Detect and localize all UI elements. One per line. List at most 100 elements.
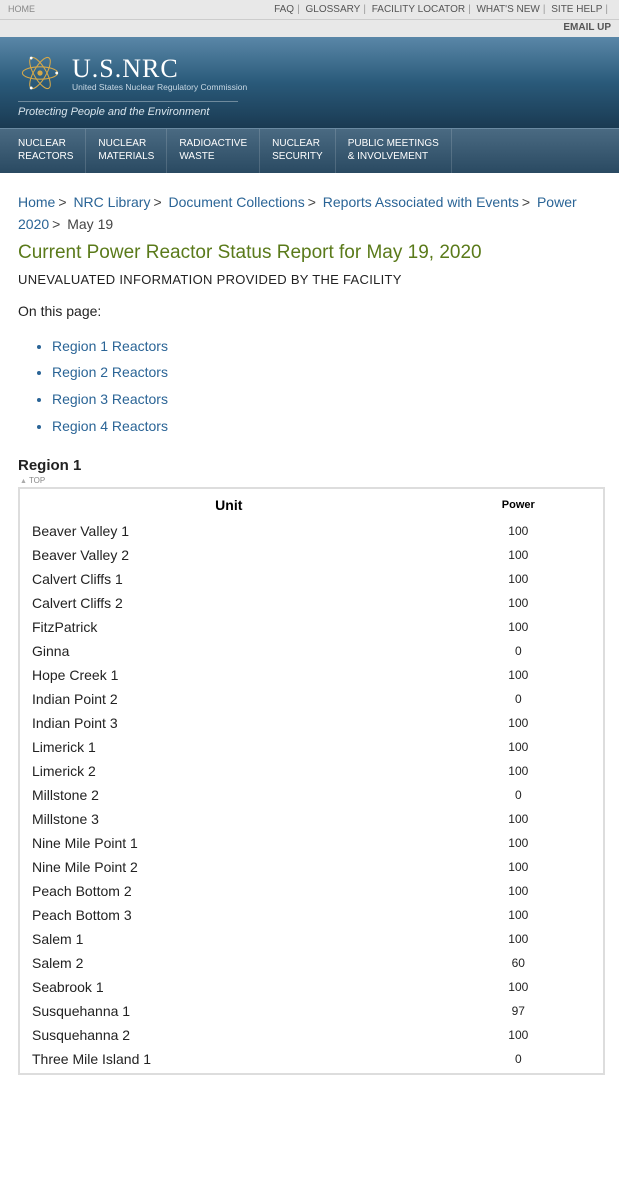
power-cell: 0 xyxy=(436,639,601,663)
power-cell: 100 xyxy=(436,903,601,927)
table-row: Hope Creek 1100 xyxy=(22,663,601,687)
nav-security[interactable]: NUCLEARSECURITY xyxy=(260,129,336,173)
unit-cell: Hope Creek 1 xyxy=(22,663,436,687)
power-cell: 100 xyxy=(436,759,601,783)
table-row: Indian Point 20 xyxy=(22,687,601,711)
table-row: Nine Mile Point 1100 xyxy=(22,831,601,855)
region-heading: Region 1 xyxy=(18,457,605,474)
email-updates-link[interactable]: EMAIL UP xyxy=(0,20,619,37)
site-help-link[interactable]: SITE HELP xyxy=(551,4,602,15)
table-row: Limerick 2100 xyxy=(22,759,601,783)
table-row: Beaver Valley 1100 xyxy=(22,519,601,543)
anchor-region-1[interactable]: Region 1 Reactors xyxy=(52,333,605,360)
unit-cell: Peach Bottom 2 xyxy=(22,879,436,903)
power-cell: 100 xyxy=(436,855,601,879)
table-row: Three Mile Island 10 xyxy=(22,1047,601,1071)
unit-cell: Calvert Cliffs 2 xyxy=(22,591,436,615)
col-power: Power xyxy=(436,491,601,519)
reactor-table: Unit Power Beaver Valley 1100Beaver Vall… xyxy=(22,491,601,1071)
crumb-year[interactable]: 2020 xyxy=(18,216,49,232)
crumb-reports[interactable]: Reports Associated with Events xyxy=(323,194,519,210)
nav-materials[interactable]: NUCLEARMATERIALS xyxy=(86,129,167,173)
power-cell: 100 xyxy=(436,807,601,831)
power-cell: 100 xyxy=(436,663,601,687)
power-cell: 0 xyxy=(436,783,601,807)
unit-cell: Millstone 3 xyxy=(22,807,436,831)
crumb-home[interactable]: Home xyxy=(18,194,55,210)
power-cell: 100 xyxy=(436,831,601,855)
power-cell: 0 xyxy=(436,687,601,711)
crumb-current: May 19 xyxy=(67,216,113,232)
brand-subtitle: United States Nuclear Regulatory Commiss… xyxy=(72,82,247,92)
page-title: Current Power Reactor Status Report for … xyxy=(18,242,605,264)
unit-cell: Seabrook 1 xyxy=(22,975,436,999)
unit-cell: Indian Point 2 xyxy=(22,687,436,711)
breadcrumb: Home> NRC Library> Document Collections>… xyxy=(18,191,605,236)
table-row: Salem 1100 xyxy=(22,927,601,951)
table-row: Peach Bottom 2100 xyxy=(22,879,601,903)
crumb-docs[interactable]: Document Collections xyxy=(169,194,305,210)
main-content: Home> NRC Library> Document Collections>… xyxy=(0,173,619,1089)
table-row: Peach Bottom 3100 xyxy=(22,903,601,927)
brand-tagline: Protecting People and the Environment xyxy=(18,101,238,118)
brand-name: U.S.NRC xyxy=(72,54,247,84)
unit-cell: Millstone 2 xyxy=(22,783,436,807)
atom-logo-icon xyxy=(18,51,62,95)
unit-cell: Indian Point 3 xyxy=(22,711,436,735)
table-row: Calvert Cliffs 1100 xyxy=(22,567,601,591)
table-row: Limerick 1100 xyxy=(22,735,601,759)
unit-cell: Ginna xyxy=(22,639,436,663)
power-cell: 60 xyxy=(436,951,601,975)
unit-cell: Salem 1 xyxy=(22,927,436,951)
anchor-region-4[interactable]: Region 4 Reactors xyxy=(52,413,605,440)
nav-public-meetings[interactable]: PUBLIC MEETINGS& INVOLVEMENT xyxy=(336,129,452,173)
nav-reactors[interactable]: NUCLEARREACTORS xyxy=(0,129,86,173)
unit-cell: Beaver Valley 1 xyxy=(22,519,436,543)
utility-nav: HOME FAQ| GLOSSARY| FACILITY LOCATOR| WH… xyxy=(0,0,619,20)
power-cell: 97 xyxy=(436,999,601,1023)
power-cell: 100 xyxy=(436,519,601,543)
anchor-region-3[interactable]: Region 3 Reactors xyxy=(52,386,605,413)
whats-new-link[interactable]: WHAT'S NEW xyxy=(476,4,539,15)
unit-cell: Limerick 1 xyxy=(22,735,436,759)
nav-waste[interactable]: RADIOACTIVEWASTE xyxy=(167,129,260,173)
unit-cell: Nine Mile Point 2 xyxy=(22,855,436,879)
table-row: Indian Point 3100 xyxy=(22,711,601,735)
table-row: Seabrook 1100 xyxy=(22,975,601,999)
power-cell: 100 xyxy=(436,975,601,999)
power-cell: 100 xyxy=(436,927,601,951)
crumb-power[interactable]: Power xyxy=(537,194,577,210)
unit-cell: Beaver Valley 2 xyxy=(22,543,436,567)
table-row: Susquehanna 2100 xyxy=(22,1023,601,1047)
table-row: FitzPatrick100 xyxy=(22,615,601,639)
unit-cell: Limerick 2 xyxy=(22,759,436,783)
power-cell: 100 xyxy=(436,735,601,759)
unit-cell: Susquehanna 2 xyxy=(22,1023,436,1047)
power-cell: 100 xyxy=(436,591,601,615)
table-row: Millstone 20 xyxy=(22,783,601,807)
on-this-page-label: On this page: xyxy=(18,303,605,319)
power-cell: 100 xyxy=(436,711,601,735)
faq-link[interactable]: FAQ xyxy=(274,4,294,15)
unit-cell: Calvert Cliffs 1 xyxy=(22,567,436,591)
anchor-list: Region 1 Reactors Region 2 Reactors Regi… xyxy=(52,333,605,439)
power-cell: 100 xyxy=(436,543,601,567)
table-row: Calvert Cliffs 2100 xyxy=(22,591,601,615)
home-link[interactable]: HOME xyxy=(8,4,35,14)
unit-cell: Susquehanna 1 xyxy=(22,999,436,1023)
power-cell: 100 xyxy=(436,567,601,591)
unit-cell: Three Mile Island 1 xyxy=(22,1047,436,1071)
table-row: Beaver Valley 2100 xyxy=(22,543,601,567)
facility-locator-link[interactable]: FACILITY LOCATOR xyxy=(372,4,465,15)
glossary-link[interactable]: GLOSSARY xyxy=(305,4,360,15)
notice-text: UNEVALUATED INFORMATION PROVIDED BY THE … xyxy=(18,272,605,287)
power-cell: 100 xyxy=(436,1023,601,1047)
table-row: Susquehanna 197 xyxy=(22,999,601,1023)
unit-cell: Nine Mile Point 1 xyxy=(22,831,436,855)
crumb-library[interactable]: NRC Library xyxy=(73,194,150,210)
back-to-top-link[interactable]: TOP xyxy=(20,476,605,485)
col-unit: Unit xyxy=(22,491,436,519)
unit-cell: Salem 2 xyxy=(22,951,436,975)
anchor-region-2[interactable]: Region 2 Reactors xyxy=(52,359,605,386)
power-cell: 100 xyxy=(436,879,601,903)
